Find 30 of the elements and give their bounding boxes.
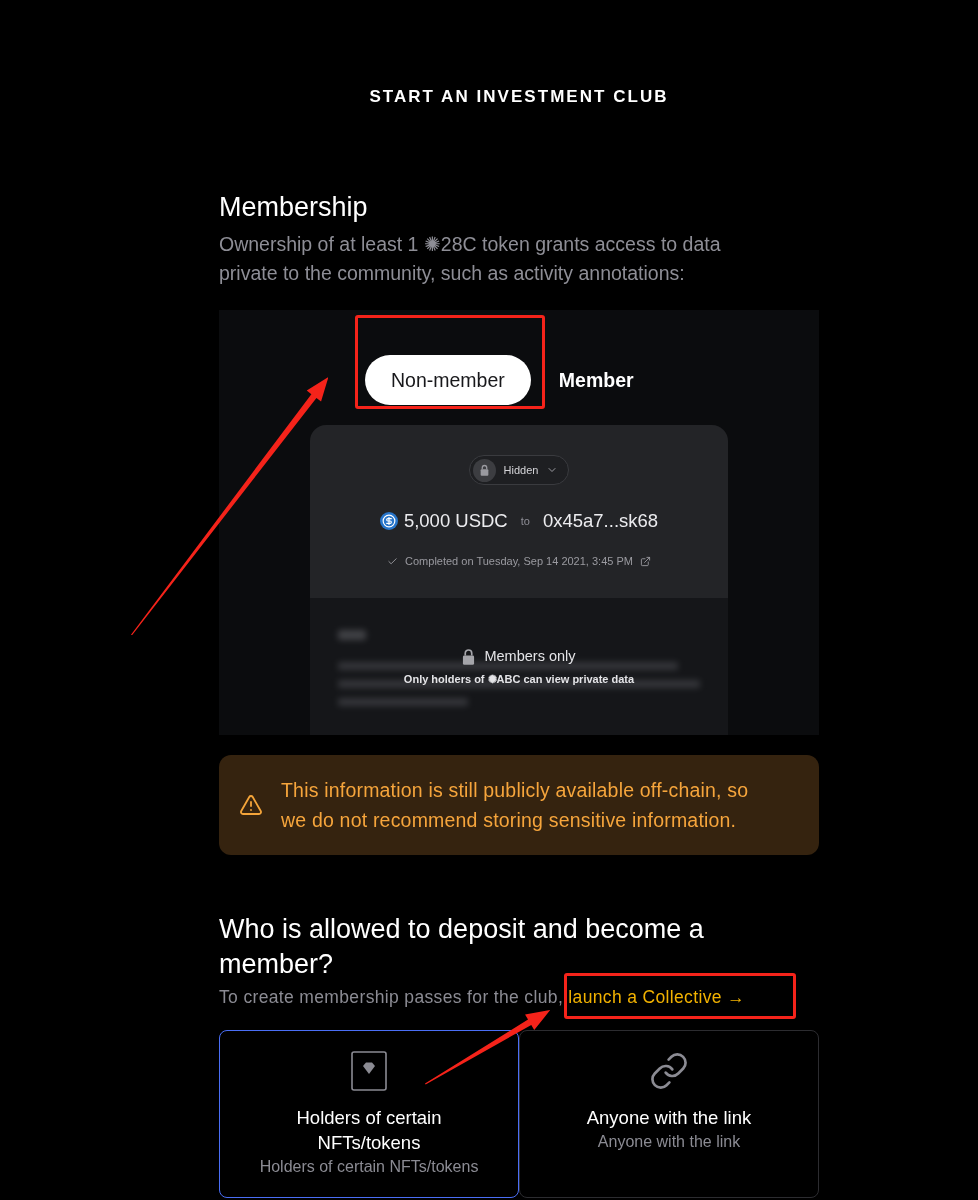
launch-collective-link[interactable]: launch a Collective → — [568, 987, 745, 1007]
membership-pass-hint: To create membership passes for the club, launch a Collective → — [219, 986, 819, 1008]
membership-option-card[interactable]: Holders of certain NFTs/tokens Holders of certain NFTs/tokens — [219, 1030, 519, 1198]
members-only-title: Members only — [484, 647, 576, 666]
visibility-dropdown[interactable]: Hidden — [468, 455, 570, 485]
transaction-status: Completed on Tuesday, Sep 14 2021, 3:45 PM — [405, 554, 633, 569]
link-icon — [649, 1051, 689, 1091]
external-link-icon[interactable] — [639, 555, 651, 567]
page-title: START AN INVESTMENT CLUB — [368, 86, 670, 108]
transfer-amount: 5,000 USDC — [403, 509, 508, 533]
section-heading: Membership — [219, 191, 369, 223]
membership-option-card[interactable]: Anyone with the link Anyone with the link — [519, 1030, 819, 1198]
warning-message: This information is still publicly available off-chain, so we do not recommend storing sensitive information. — [281, 778, 750, 833]
gem-card-icon — [351, 1051, 387, 1091]
option-title: Anyone with the link — [586, 1106, 752, 1130]
membership-description: Ownership of at least 1 ✺28C token grants access to data private to the community, such as activity annotations: — [219, 232, 722, 286]
lock-icon — [462, 647, 476, 665]
recipient-address: 0x45a7...sk68 — [542, 509, 659, 533]
dollar-coin-icon — [379, 512, 398, 530]
check-icon — [387, 555, 399, 567]
lock-icon — [472, 458, 496, 482]
option-title: Holders of certain NFTs/tokens — [295, 1106, 443, 1155]
option-subtitle: Anyone with the link — [597, 1132, 741, 1152]
warning-icon — [239, 793, 263, 817]
membership-view-tab[interactable]: Non-member — [365, 355, 531, 405]
transfer-connector: to — [520, 514, 530, 529]
membership-view-tab[interactable]: Member — [532, 355, 660, 405]
option-subtitle: Holders of certain NFTs/tokens — [259, 1157, 479, 1177]
members-only-message: Only holders of ✺ABC can view private data — [403, 672, 635, 687]
section-heading: Who is allowed to deposit and become a member? — [219, 913, 705, 981]
